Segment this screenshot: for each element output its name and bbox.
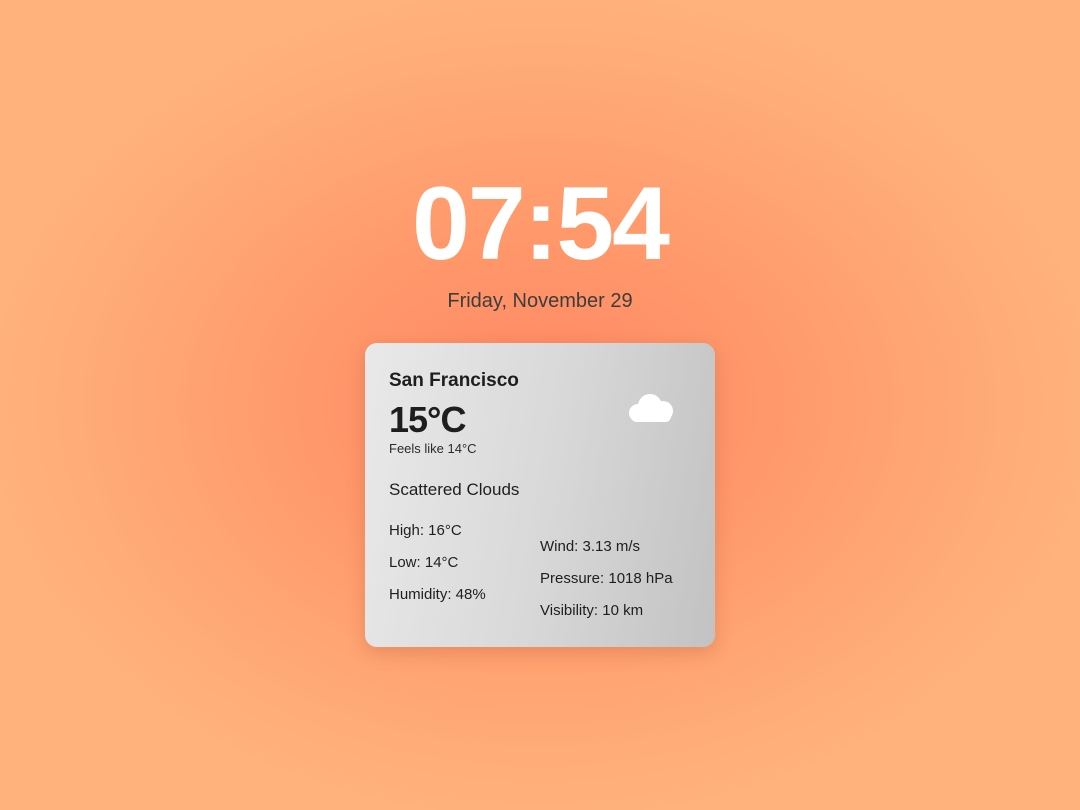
weather-card: San Francisco 15°C Feels like 14°C Scatt… bbox=[365, 343, 715, 647]
visibility: Visibility: 10 km bbox=[540, 602, 644, 619]
feels-like: Feels like 14°C bbox=[389, 441, 477, 456]
low-temperature: Low: 14°C bbox=[389, 554, 459, 571]
weather-description: Scattered Clouds bbox=[389, 480, 520, 499]
high-temperature: High: 16°C bbox=[389, 522, 462, 539]
city-name: San Francisco bbox=[389, 370, 519, 391]
cloud-icon bbox=[629, 394, 673, 422]
humidity: Humidity: 48% bbox=[389, 586, 486, 603]
pressure: Pressure: 1018 hPa bbox=[540, 570, 673, 587]
clock-date: Friday, November 29 bbox=[447, 290, 633, 312]
current-temperature: 15°C bbox=[389, 399, 466, 440]
wind-speed: Wind: 3.13 m/s bbox=[540, 538, 641, 555]
clock-time: 07:54 bbox=[412, 166, 670, 282]
